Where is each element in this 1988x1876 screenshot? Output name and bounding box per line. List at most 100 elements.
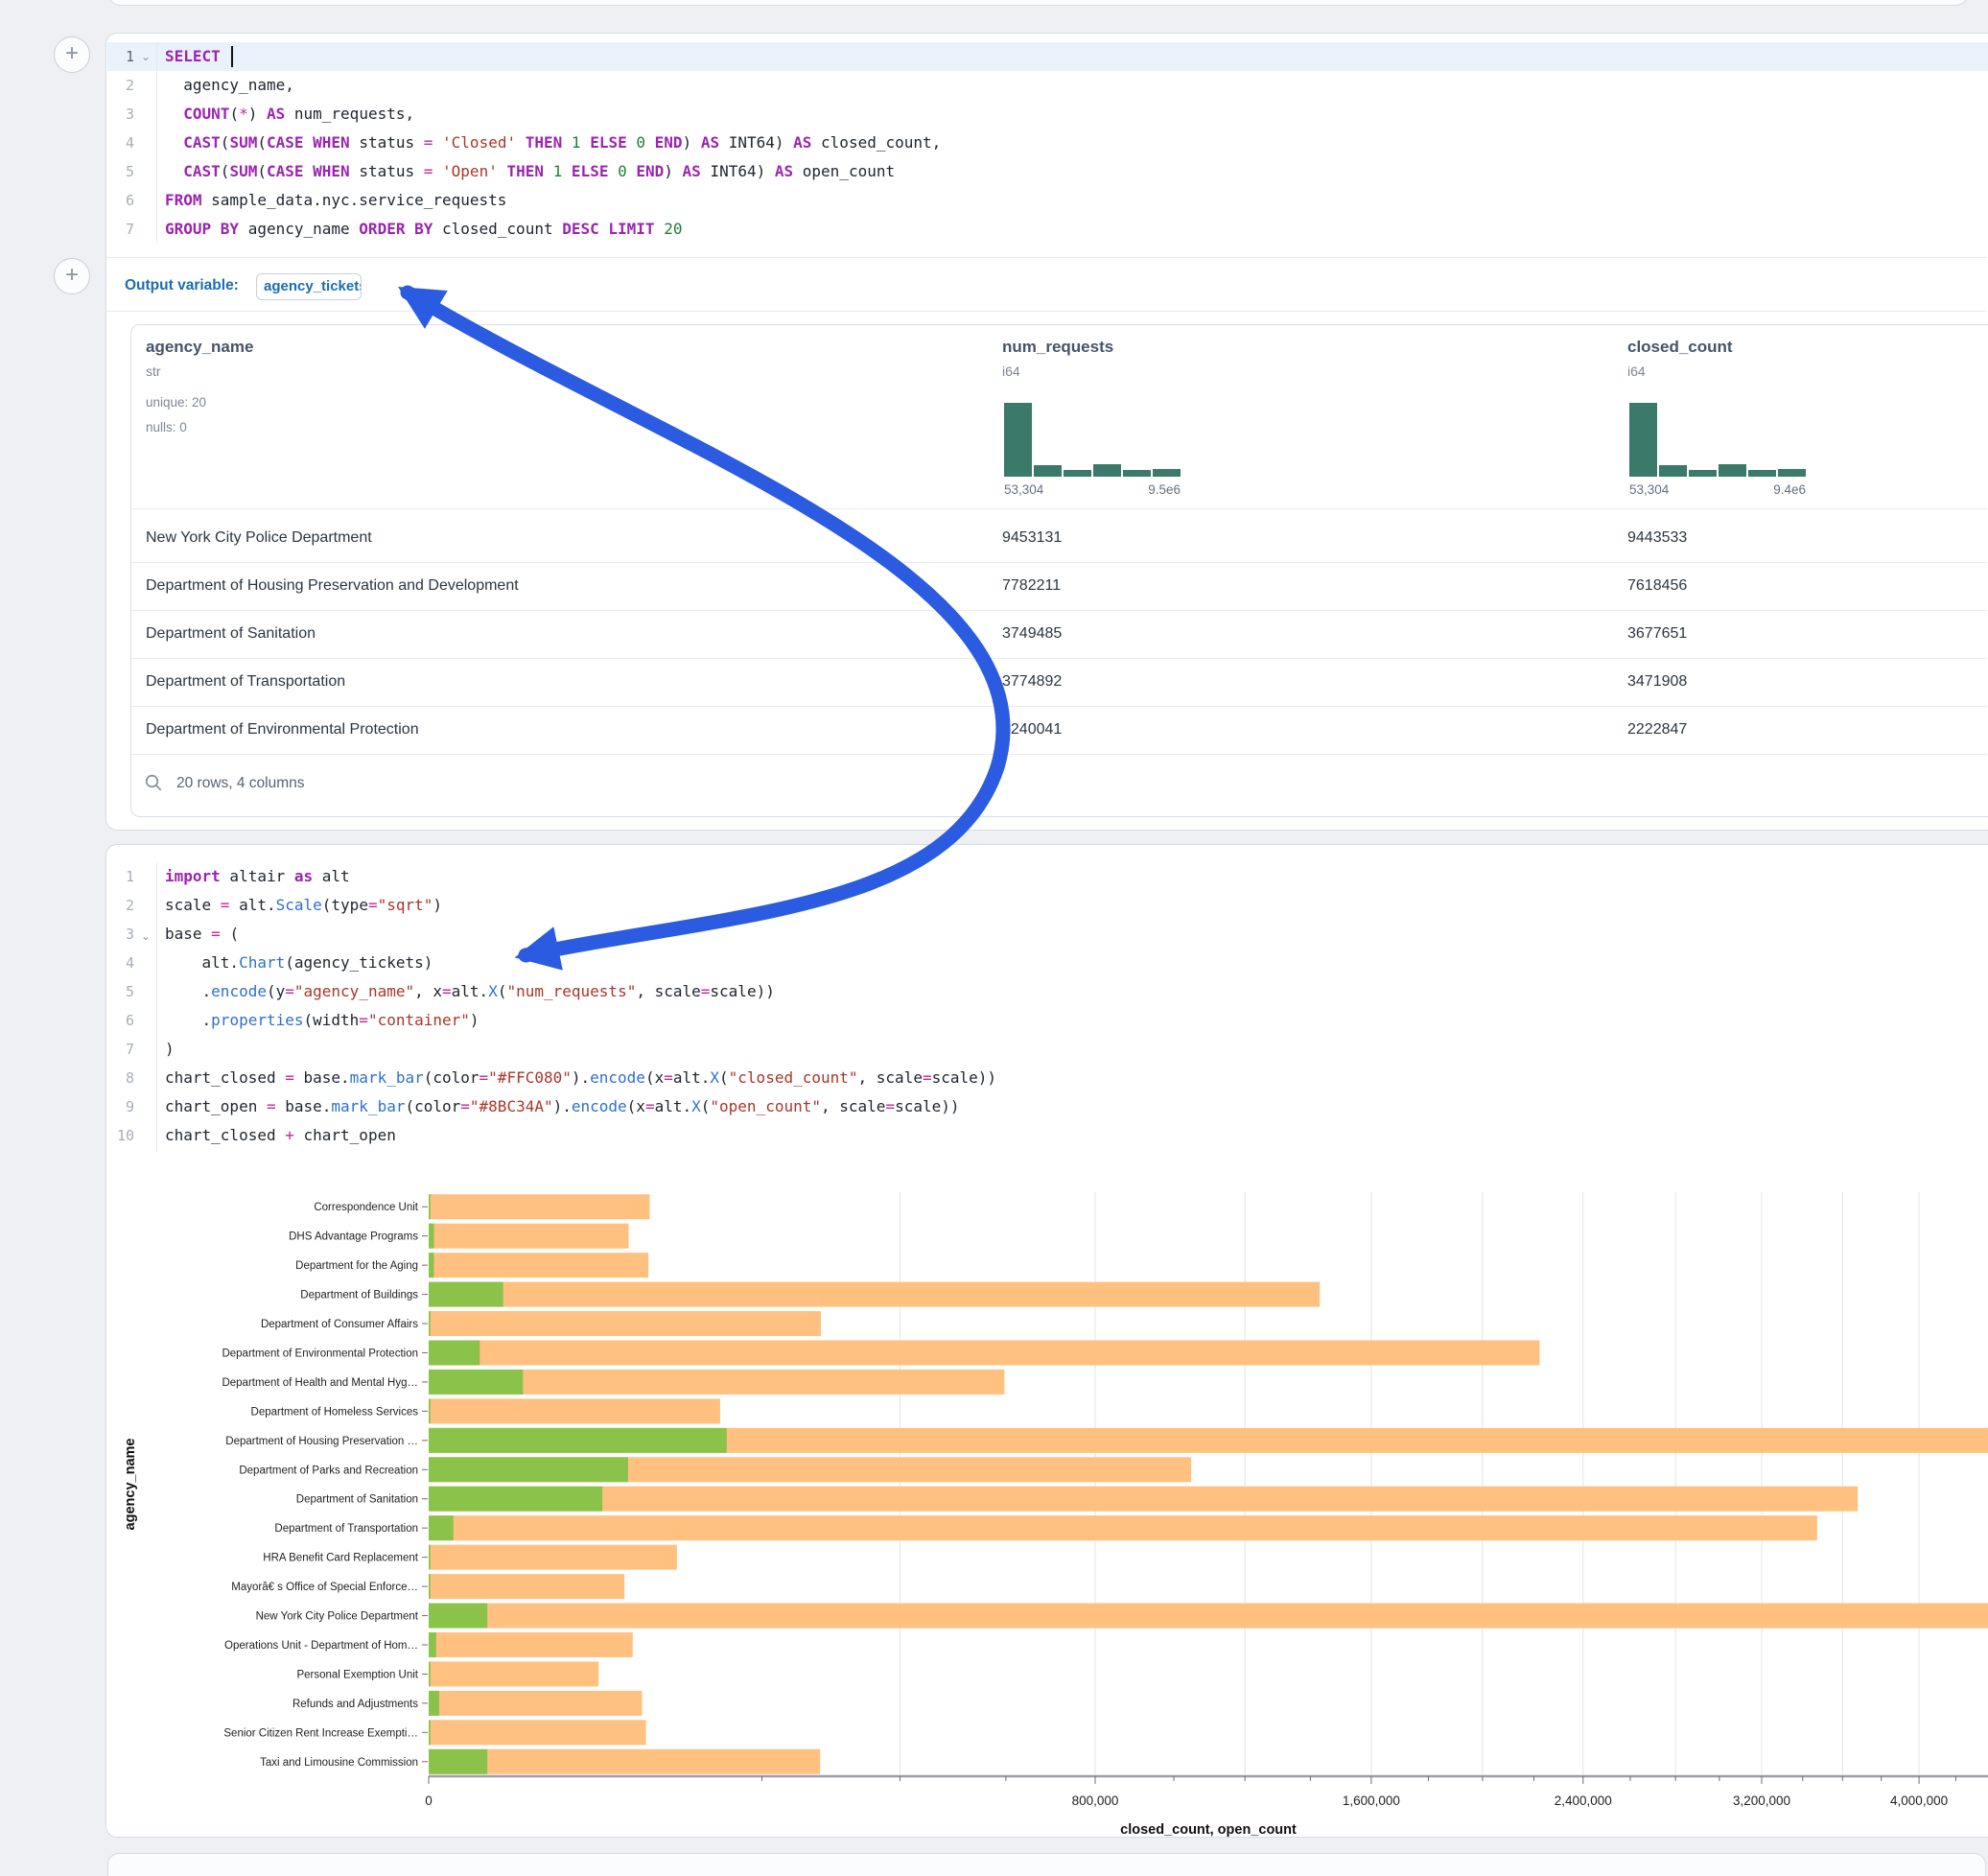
svg-text:HRA Benefit Card Replacement: HRA Benefit Card Replacement [263, 1553, 419, 1564]
svg-text:Senior Citizen Rent Increase E: Senior Citizen Rent Increase Exempti… [223, 1727, 418, 1739]
svg-text:Department of Housing Preserva: Department of Housing Preservation … [225, 1436, 418, 1447]
code-line[interactable]: .encode(y="agency_name", x=alt.X("num_re… [165, 977, 775, 1006]
histogram-bar [1689, 470, 1717, 477]
line-number: 6 [92, 1006, 134, 1035]
row-separator [131, 754, 1987, 755]
svg-text:agency_name: agency_name [123, 1439, 138, 1531]
column-stat: nulls: 0 [146, 420, 187, 434]
table-row[interactable]: Department of Sanitation 3749485 3677651 [131, 610, 1987, 658]
svg-text:Personal Exemption Unit: Personal Exemption Unit [296, 1669, 418, 1680]
column-dtype: i64 [1002, 363, 1020, 379]
table-row[interactable]: Department of Transportation377489234719… [131, 658, 1987, 706]
svg-text:Correspondence Unit: Correspondence Unit [314, 1202, 418, 1213]
column-stat: unique: 20 [146, 395, 206, 410]
line-number: 3 [92, 100, 134, 129]
svg-text:Department for the Aging: Department for the Aging [295, 1260, 418, 1272]
column-dtype: str [146, 363, 161, 379]
code-line[interactable]: CAST(SUM(CASE WHEN status = 'Closed' THE… [165, 129, 941, 157]
histogram-bar [1719, 464, 1746, 477]
svg-text:4,000,000: 4,000,000 [1890, 1794, 1948, 1808]
histogram-bar [1004, 403, 1032, 477]
previous-cell-bottom-edge [107, 0, 1969, 6]
table-cell: 9453131 [1002, 514, 1062, 562]
code-line[interactable]: ) [165, 1035, 175, 1064]
histogram-max-label: 9.4e6 [1629, 482, 1806, 497]
line-number: 5 [92, 977, 134, 1006]
table-row[interactable]: Department of Environmental Protection22… [131, 706, 1987, 754]
divider [106, 311, 1987, 312]
code-line[interactable]: .properties(width="container") [165, 1006, 479, 1035]
line-number: 7 [92, 1035, 134, 1064]
table-cell: 2240041 [1002, 706, 1062, 754]
column-header[interactable]: agency_name [146, 338, 253, 357]
table-header-border [131, 508, 1987, 509]
svg-text:Department of Sanitation: Department of Sanitation [296, 1494, 418, 1506]
python-fold-chevron-icon[interactable]: ⌄ [138, 929, 153, 943]
svg-text:Department of Homeless Service: Department of Homeless Services [251, 1406, 419, 1418]
histogram-bar [1748, 470, 1776, 477]
svg-text:2,400,000: 2,400,000 [1555, 1794, 1612, 1808]
histogram-bar [1659, 465, 1687, 477]
text-cursor [231, 46, 233, 67]
code-line[interactable]: base = ( [165, 920, 239, 949]
table-cell: Department of Sanitation [146, 610, 316, 658]
table-cell: Department of Housing Preservation and D… [146, 562, 519, 610]
svg-text:Operations Unit - Department o: Operations Unit - Department of Hom… [224, 1640, 418, 1652]
line-number: 9 [92, 1092, 134, 1121]
code-line[interactable]: chart_open = base.mark_bar(color="#8BC34… [165, 1092, 960, 1121]
output-variable-pill[interactable]: agency_tickets [256, 273, 362, 300]
table-cell: 2222847 [1627, 706, 1687, 754]
code-line[interactable]: CAST(SUM(CASE WHEN status = 'Open' THEN … [165, 157, 895, 186]
histogram-bar [1123, 470, 1151, 477]
output-variable-label: Output variable: [125, 272, 239, 299]
svg-text:3,200,000: 3,200,000 [1733, 1794, 1790, 1808]
table-cell: 3677651 [1627, 610, 1687, 658]
code-line[interactable]: FROM sample_data.nyc.service_requests [165, 186, 506, 215]
line-number: 7 [92, 215, 134, 244]
sql-fold-chevron-icon[interactable]: ⌄ [138, 50, 153, 63]
histogram-max-label: 9.5e6 [1004, 482, 1181, 497]
column-histogram[interactable] [1004, 403, 1181, 477]
svg-text:DHS Advantage Programs: DHS Advantage Programs [289, 1231, 418, 1243]
svg-text:Department of Parks and Recrea: Department of Parks and Recreation [239, 1465, 418, 1476]
line-number: 8 [92, 1064, 134, 1092]
add-cell-button-top[interactable]: + [54, 36, 90, 73]
next-cell-top-edge [107, 1853, 1986, 1876]
svg-text:1,600,000: 1,600,000 [1343, 1794, 1400, 1808]
table-cell: 9443533 [1627, 514, 1687, 562]
column-header[interactable]: closed_count [1627, 338, 1733, 357]
code-line[interactable]: chart_closed = base.mark_bar(color="#FFC… [165, 1064, 996, 1092]
line-number: 4 [92, 129, 134, 157]
code-line[interactable]: GROUP BY agency_name ORDER BY closed_cou… [165, 215, 682, 244]
svg-text:Department of Health and Menta: Department of Health and Mental Hyg… [222, 1377, 418, 1389]
svg-text:closed_count, open_count: closed_count, open_count [1120, 1822, 1297, 1838]
bar-chart[interactable]: Correspondence Unit DHS Advantage Program… [105, 1170, 1988, 1841]
svg-text:800,000: 800,000 [1072, 1794, 1119, 1808]
code-line[interactable]: agency_name, [165, 71, 294, 100]
code-line[interactable]: chart_closed + chart_open [165, 1121, 396, 1150]
svg-text:Refunds and Adjustments: Refunds and Adjustments [292, 1699, 418, 1710]
line-number: 2 [92, 891, 134, 920]
histogram-bar [1629, 403, 1657, 477]
svg-text:Mayorâ€ s Office of Special En: Mayorâ€ s Office of Special Enforce… [231, 1582, 418, 1593]
line-number: 1 [92, 862, 134, 891]
code-line[interactable]: scale = alt.Scale(type="sqrt") [165, 891, 442, 920]
svg-text:Department of Transportation: Department of Transportation [274, 1523, 418, 1535]
search-icon[interactable] [144, 773, 163, 792]
sql-gutter-divider [156, 42, 157, 244]
table-cell: Department of Transportation [146, 658, 345, 706]
code-line[interactable]: import altair as alt [165, 862, 350, 891]
line-number: 6 [92, 186, 134, 215]
table-row[interactable]: Department of Housing Preservation and D… [131, 562, 1987, 610]
add-cell-button-output[interactable]: + [54, 258, 90, 294]
column-histogram[interactable] [1629, 403, 1806, 477]
code-line[interactable]: alt.Chart(agency_tickets) [165, 949, 433, 977]
table-cell: 3749485 [1002, 610, 1062, 658]
line-number: 4 [92, 949, 134, 977]
line-number: 5 [92, 157, 134, 186]
column-header[interactable]: num_requests [1002, 338, 1113, 357]
svg-text:Department of Consumer Affairs: Department of Consumer Affairs [261, 1319, 418, 1330]
code-line[interactable]: COUNT(*) AS num_requests, [165, 100, 414, 129]
code-line[interactable]: SELECT [165, 42, 229, 71]
table-row[interactable]: New York City Police Department945313194… [131, 514, 1987, 562]
